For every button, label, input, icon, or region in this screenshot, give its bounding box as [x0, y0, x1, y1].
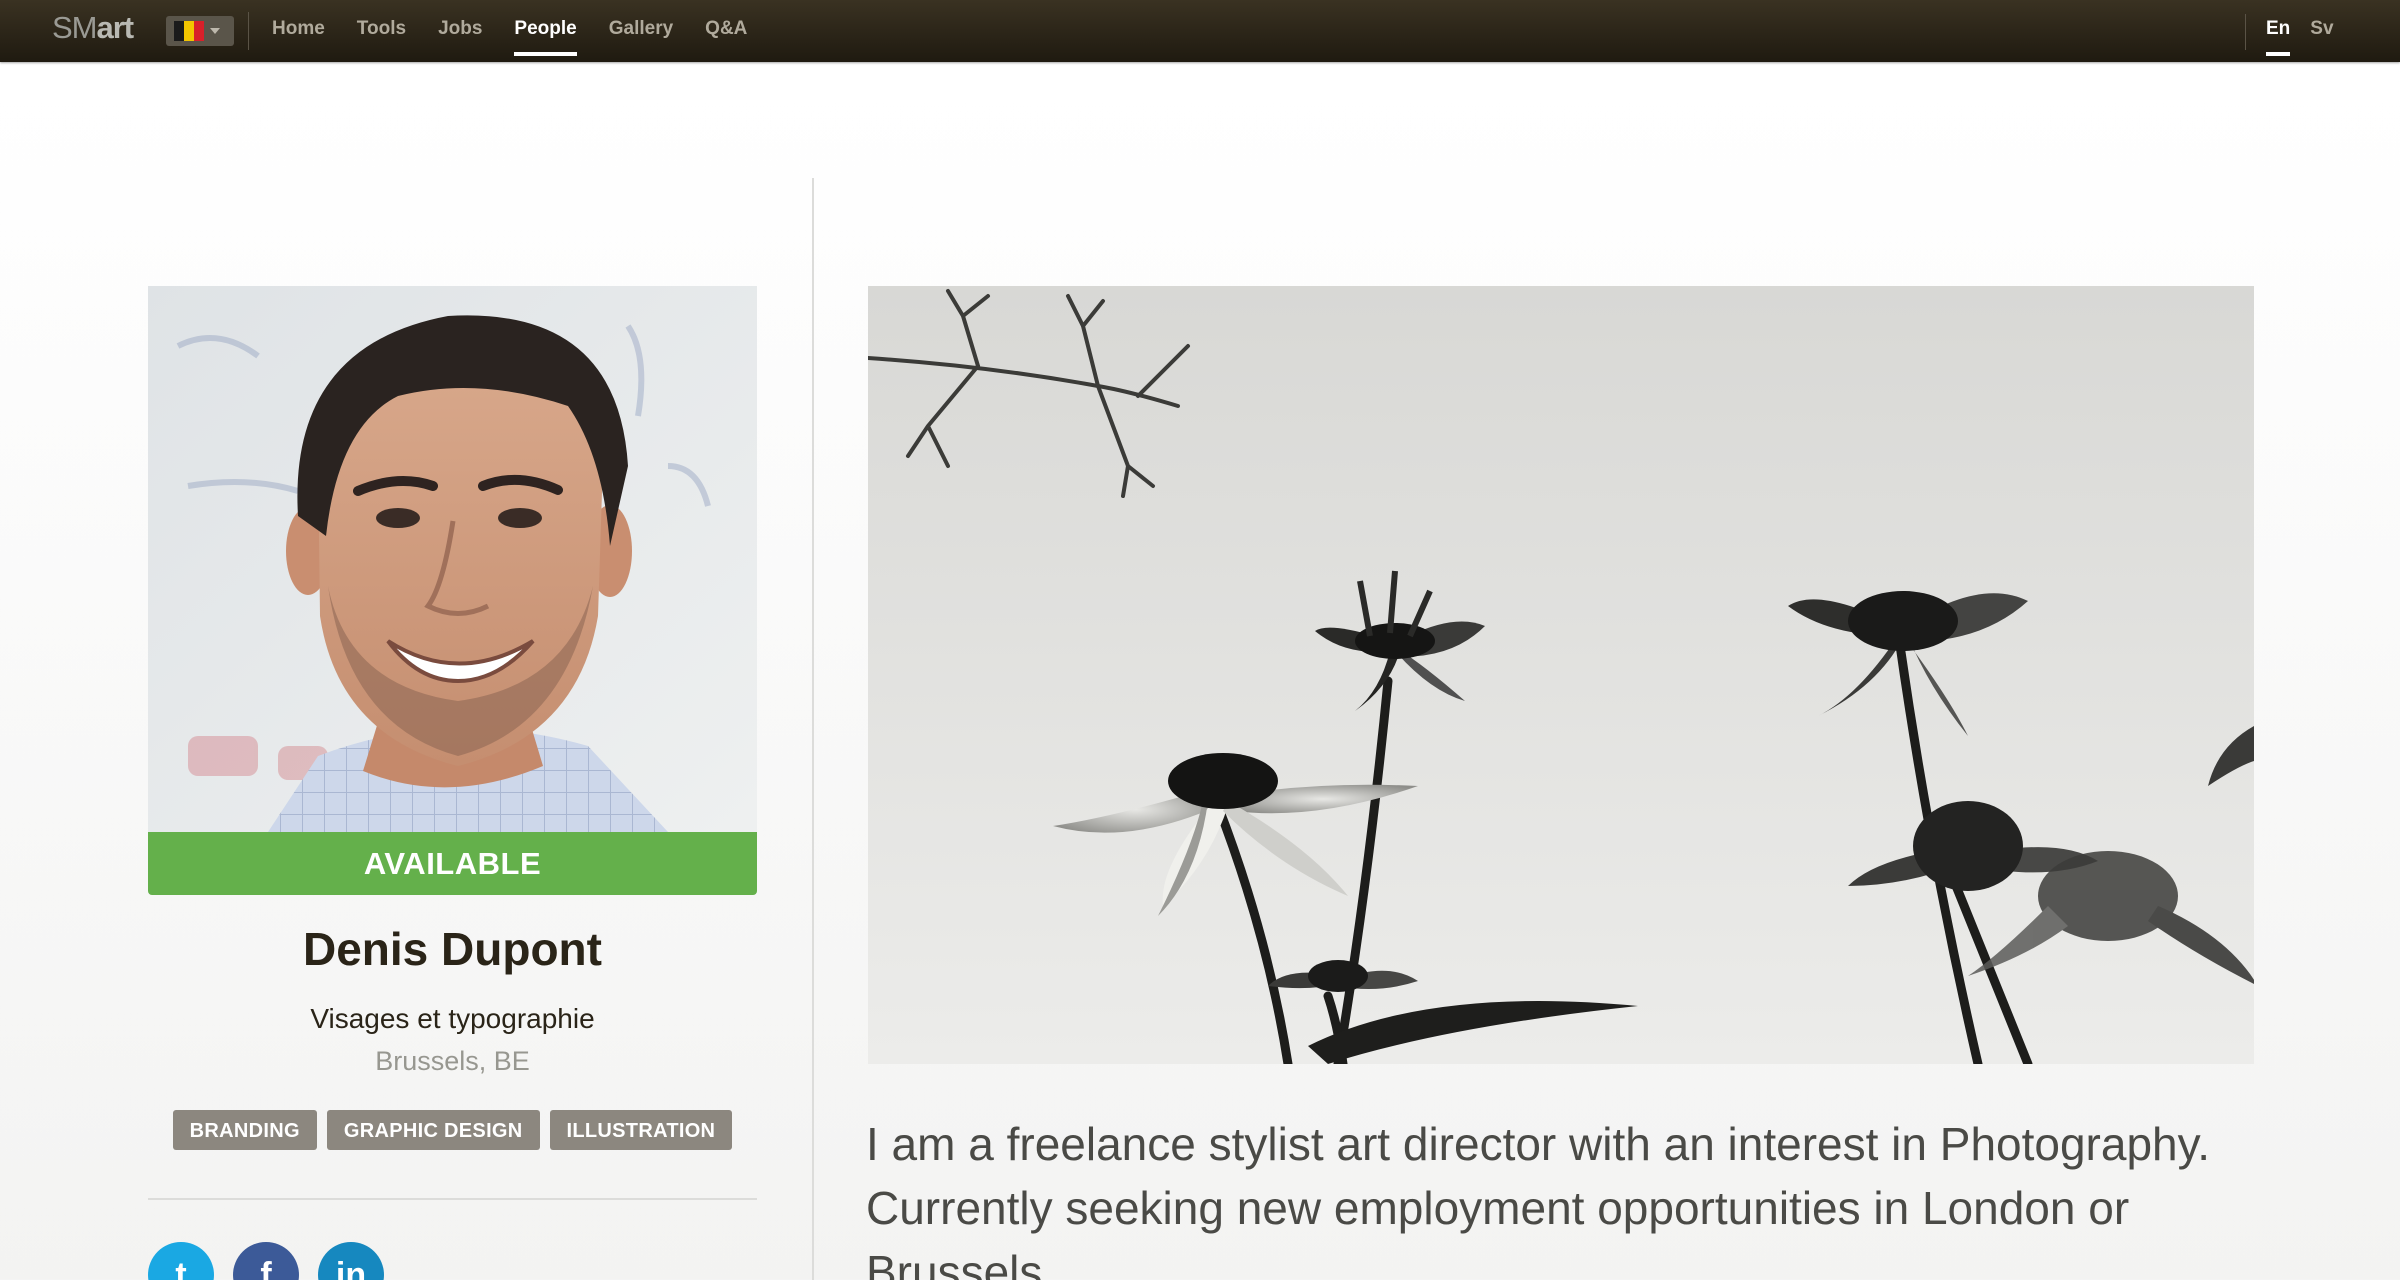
nav-divider [248, 12, 249, 50]
tag-graphic-design[interactable]: GRAPHIC DESIGN [326, 1110, 540, 1150]
language-en[interactable]: En [2256, 0, 2300, 62]
main-nav: Home Tools Jobs People Gallery Q&A [256, 0, 763, 62]
nav-home[interactable]: Home [256, 0, 341, 62]
belgium-flag-icon [174, 21, 204, 41]
person-name: Denis Dupont [303, 923, 602, 975]
country-selector[interactable] [166, 16, 234, 46]
top-nav-bar: SMart Home Tools Jobs People Gallery Q&A… [0, 0, 2400, 62]
linkedin-icon[interactable]: in [318, 1242, 384, 1280]
language-switcher: En Sv [2256, 0, 2344, 62]
social-links: t f in [148, 1242, 384, 1280]
logo-light-text: SM [52, 10, 97, 45]
language-divider [2245, 14, 2246, 50]
nav-people[interactable]: People [498, 0, 592, 62]
facebook-icon[interactable]: f [233, 1242, 299, 1280]
skill-tags: BRANDING GRAPHIC DESIGN ILLUSTRATION [148, 1110, 757, 1150]
tag-illustration[interactable]: ILLUSTRATION [549, 1110, 733, 1150]
bio-text: I am a freelance stylist art director wi… [866, 1118, 2210, 1280]
logo-bold-text: art [96, 10, 135, 45]
person-location: Brussels, BE [375, 1046, 530, 1076]
profile-divider [148, 1198, 757, 1200]
language-sv[interactable]: Sv [2300, 0, 2343, 62]
profile-photo [148, 286, 757, 832]
tag-branding[interactable]: BRANDING [172, 1110, 317, 1150]
cover-photo [868, 286, 2254, 1064]
chevron-down-icon [210, 28, 220, 34]
person-title: Visages et typographie [310, 1003, 595, 1034]
column-divider [812, 178, 814, 1280]
smart-logo[interactable]: SMart [52, 10, 135, 46]
availability-badge: AVAILABLE [148, 832, 757, 895]
twitter-icon[interactable]: t [148, 1242, 214, 1280]
nav-jobs[interactable]: Jobs [422, 0, 498, 62]
nav-gallery[interactable]: Gallery [593, 0, 689, 62]
nav-qa[interactable]: Q&A [689, 0, 763, 62]
nav-tools[interactable]: Tools [341, 0, 422, 62]
